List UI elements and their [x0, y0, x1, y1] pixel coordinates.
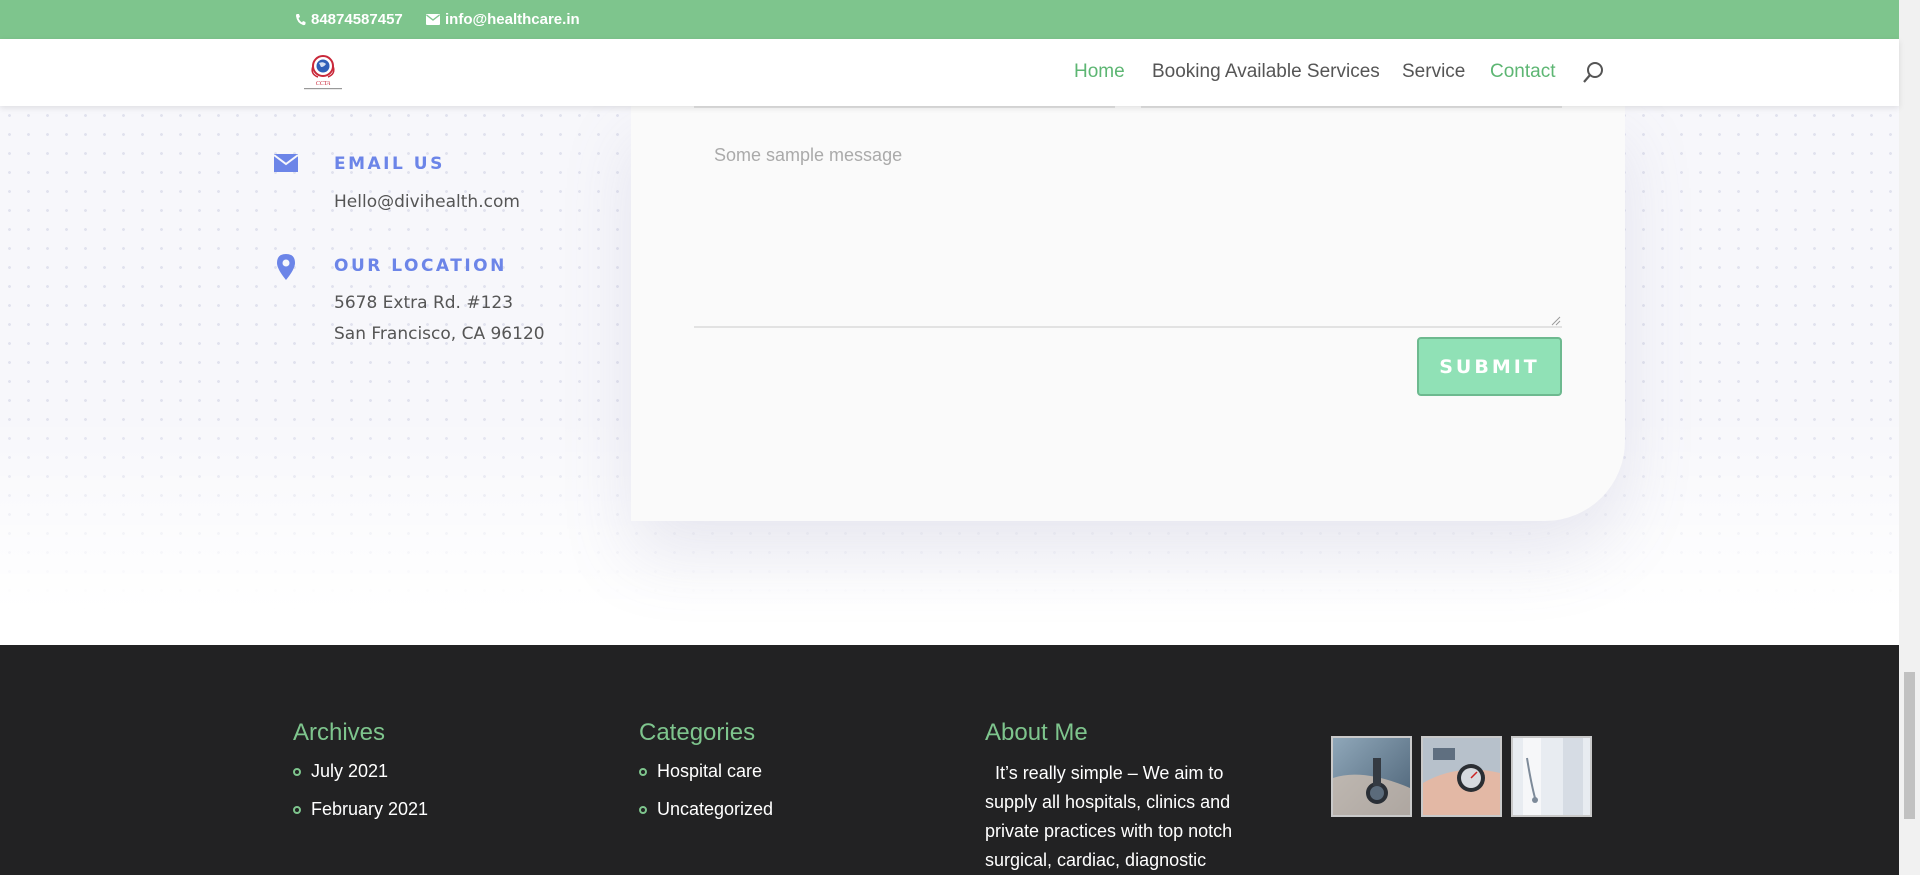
envelope-small-icon: [426, 14, 440, 25]
resize-handle-icon[interactable]: [1551, 316, 1561, 326]
message-textarea[interactable]: [694, 128, 1562, 328]
email-address: info@healthcare.in: [445, 11, 580, 28]
blood-pressure-gauge-photo-icon: [1423, 738, 1500, 815]
gallery-thumb-blood-pressure[interactable]: [1421, 736, 1502, 817]
category-label: Hospital care: [657, 761, 763, 781]
email-field[interactable]: [1141, 106, 1562, 108]
phone-link[interactable]: 84874587457: [295, 11, 403, 28]
top-bar: 84874587457 info@healthcare.in: [0, 0, 1899, 39]
submit-button[interactable]: SUBMIT: [1417, 337, 1562, 396]
email-us-value: Hello@divihealth.com: [334, 192, 520, 212]
category-label: Uncategorized: [657, 799, 774, 819]
doctor-coat-photo-icon: [1513, 738, 1590, 815]
about-me-text: It’s really simple – We aim to supply al…: [985, 763, 1238, 870]
about-me-title: About Me: [985, 719, 1088, 746]
phone-icon: [296, 14, 306, 26]
archive-link[interactable]: February 2021: [293, 799, 428, 820]
category-link[interactable]: Hospital care: [639, 761, 762, 782]
watch-on-wrist-photo-icon: [1333, 738, 1410, 815]
gallery-thumb-watch[interactable]: [1331, 736, 1412, 817]
nav-booking-available-services[interactable]: Booking Available Services: [1152, 61, 1380, 83]
site-footer: Archives July 2021 February 2021 Categor…: [0, 645, 1899, 875]
archive-link[interactable]: July 2021: [293, 761, 388, 782]
site-logo[interactable]: CCTA: [296, 52, 350, 92]
nav-home[interactable]: Home: [1074, 61, 1125, 83]
email-us-title: EMAIL US: [334, 154, 445, 174]
nav-service[interactable]: Service: [1402, 61, 1465, 83]
svg-text:CCTA: CCTA: [316, 81, 331, 87]
envelope-icon: [273, 154, 299, 177]
scrollbar-thumb[interactable]: [1904, 672, 1915, 819]
archive-label: February 2021: [311, 799, 429, 819]
email-link[interactable]: info@healthcare.in: [426, 11, 580, 28]
search-icon: [1583, 62, 1603, 83]
bullet-icon: [639, 767, 647, 776]
our-location-title: OUR LOCATION: [334, 256, 507, 276]
hospital-globe-logo-icon: CCTA: [304, 55, 342, 90]
bullet-icon: [639, 805, 647, 814]
categories-title: Categories: [639, 719, 756, 746]
archive-label: July 2021: [311, 761, 389, 781]
location-line-1: 5678 Extra Rd. #123: [334, 293, 514, 313]
contact-form: SUBMIT: [631, 106, 1625, 521]
bullet-icon: [293, 805, 301, 814]
name-field[interactable]: [694, 106, 1115, 108]
location-line-2: San Francisco, CA 96120: [334, 324, 545, 344]
archives-title: Archives: [293, 719, 386, 746]
search-button[interactable]: [1581, 61, 1605, 85]
phone-number: 84874587457: [311, 11, 403, 28]
page-scrollbar[interactable]: [1899, 0, 1920, 875]
bullet-icon: [293, 767, 301, 776]
map-pin-icon: [276, 254, 296, 285]
main-header: CCTA Home Booking Available Services Ser…: [0, 39, 1899, 106]
gallery-thumb-doctor[interactable]: [1511, 736, 1592, 817]
nav-contact[interactable]: Contact: [1490, 61, 1555, 83]
category-link[interactable]: Uncategorized: [639, 799, 773, 820]
